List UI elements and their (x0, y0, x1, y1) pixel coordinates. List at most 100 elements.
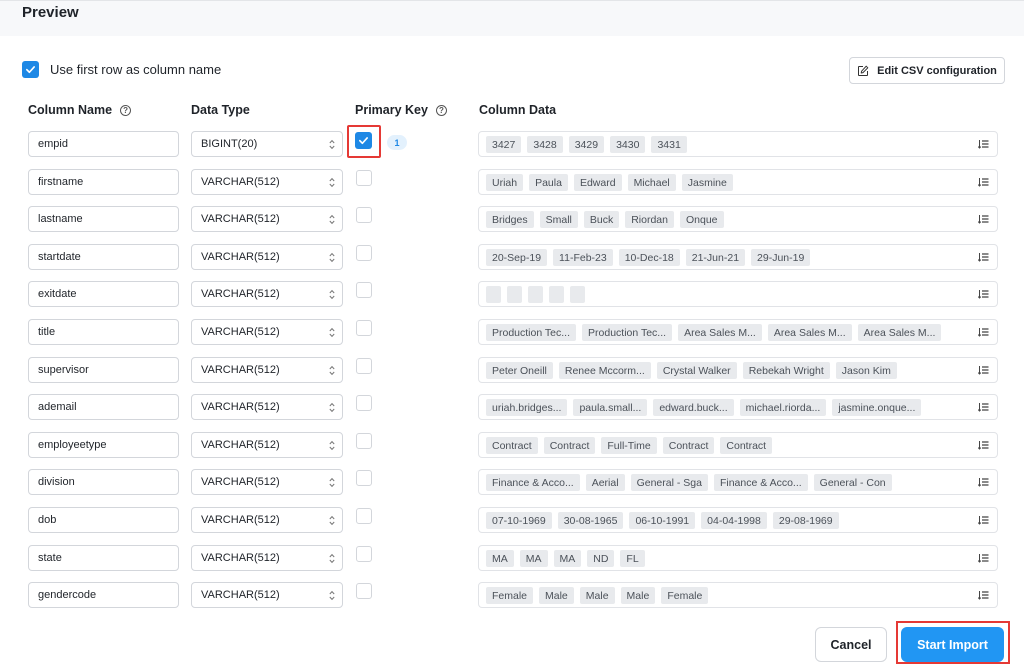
column-name-input[interactable]: division (28, 469, 179, 495)
column-name-input[interactable]: empid (28, 131, 179, 157)
sort-list-icon[interactable] (978, 515, 989, 525)
sort-list-icon[interactable] (978, 252, 989, 262)
data-type-select[interactable]: VARCHAR(512) (191, 169, 343, 195)
data-chip: Crystal Walker (656, 362, 737, 379)
start-import-button[interactable]: Start Import (901, 627, 1004, 662)
data-chip: Michael (627, 174, 676, 191)
column-name-input[interactable]: startdate (28, 244, 179, 270)
primary-key-checkbox[interactable] (356, 546, 372, 562)
data-chip (507, 286, 522, 303)
primary-key-checkbox[interactable] (356, 358, 372, 374)
column-data-preview: MA MA MA ND FL (478, 545, 998, 571)
column-name-input[interactable]: supervisor (28, 357, 179, 383)
data-chip: 06-10-1991 (629, 512, 696, 529)
data-chip: 29-Jun-19 (751, 249, 811, 266)
primary-key-checkbox[interactable] (356, 395, 372, 411)
data-type-select[interactable]: VARCHAR(512) (191, 319, 343, 345)
sort-list-icon[interactable] (978, 214, 989, 224)
checkmark-icon (359, 137, 368, 145)
column-name-input[interactable]: ademail (28, 394, 179, 420)
help-circle-icon[interactable]: ? (120, 104, 132, 116)
data-chip: Bridges (486, 211, 534, 228)
data-chip: Full-Time (601, 437, 657, 454)
data-chip: 20-Sep-19 (486, 249, 548, 266)
column-data-preview: Female Male Male Male Female (478, 582, 998, 608)
data-chip-list: uriah.bridges... paula.small... edward.buc… (486, 399, 922, 416)
primary-key-checkbox[interactable] (356, 170, 372, 186)
data-chip: Female (661, 587, 709, 604)
data-type-select[interactable]: VARCHAR(512) (191, 469, 343, 495)
sort-list-icon[interactable] (978, 139, 989, 149)
data-chip: Jason Kim (835, 362, 897, 379)
column-name-header: Column Name ? (28, 103, 132, 117)
primary-key-checkbox[interactable] (355, 132, 372, 149)
table-row: gendercode VARCHAR(512) Female Male Male Ma… (0, 582, 1024, 608)
up-down-caret-icon (329, 590, 335, 601)
primary-key-order-badge: 1 (387, 135, 407, 150)
data-chip: Renee Mccorm... (558, 362, 651, 379)
data-type-select[interactable]: VARCHAR(512) (191, 507, 343, 533)
up-down-caret-icon (329, 177, 335, 188)
column-name-input[interactable]: employeetype (28, 432, 179, 458)
data-chip: Aerial (585, 474, 625, 491)
data-type-select[interactable]: VARCHAR(512) (191, 394, 343, 420)
data-type-header: Data Type (191, 103, 250, 117)
data-type-select[interactable]: VARCHAR(512) (191, 432, 343, 458)
data-chip: 30-08-1965 (557, 512, 624, 529)
data-chip-list: Contract Contract Full-Time Contract Contrac… (486, 437, 773, 454)
data-type-select[interactable]: VARCHAR(512) (191, 206, 343, 232)
column-name-input[interactable]: exitdate (28, 281, 179, 307)
data-type-select[interactable]: VARCHAR(512) (191, 357, 343, 383)
data-chip: ND (587, 550, 615, 567)
data-chip: Onque (680, 211, 724, 228)
sort-list-icon[interactable] (978, 365, 989, 375)
column-data-preview: Finance & Acco... Aerial General - Sga Fina… (478, 469, 998, 495)
data-chip-list: Peter Oneill Renee Mccorm... Crystal Walke… (486, 362, 897, 379)
column-name-input[interactable]: lastname (28, 206, 179, 232)
data-chip: Paula (529, 174, 568, 191)
primary-key-checkbox[interactable] (356, 470, 372, 486)
column-name-input[interactable]: firstname (28, 169, 179, 195)
first-row-option[interactable]: Use first row as column name (22, 61, 221, 78)
data-chip: FL (620, 550, 645, 567)
primary-key-checkbox[interactable] (356, 583, 372, 599)
sort-list-icon[interactable] (978, 402, 989, 412)
sort-list-icon[interactable] (978, 590, 989, 600)
sort-list-icon[interactable] (978, 327, 989, 337)
help-circle-icon[interactable]: ? (435, 104, 447, 116)
up-down-caret-icon (329, 553, 335, 564)
data-type-header-label: Data Type (191, 103, 250, 117)
table-row: supervisor VARCHAR(512) Peter Oneill Rene… (0, 357, 1024, 383)
up-down-caret-icon (329, 477, 335, 488)
edit-csv-label: Edit CSV configuration (877, 64, 997, 77)
data-type-select[interactable]: VARCHAR(512) (191, 582, 343, 608)
sort-list-icon[interactable] (978, 477, 989, 487)
data-type-select[interactable]: BIGINT(20) (191, 131, 343, 157)
column-name-input[interactable]: dob (28, 507, 179, 533)
column-name-input[interactable]: title (28, 319, 179, 345)
sort-list-icon[interactable] (978, 553, 989, 563)
cancel-button[interactable]: Cancel (815, 627, 887, 662)
table-row: division VARCHAR(512) Finance & Acco... A… (0, 469, 1024, 495)
data-chip: Production Tec... (486, 324, 577, 341)
data-type-select[interactable]: VARCHAR(512) (191, 545, 343, 571)
primary-key-checkbox[interactable] (356, 508, 372, 524)
sort-list-icon[interactable] (978, 440, 989, 450)
data-type-select[interactable]: VARCHAR(512) (191, 281, 343, 307)
data-chip: General - Sga (630, 474, 708, 491)
edit-csv-configuration-button[interactable]: Edit CSV configuration (849, 57, 1005, 84)
primary-key-checkbox[interactable] (356, 282, 372, 298)
primary-key-checkbox[interactable] (356, 433, 372, 449)
sort-list-icon[interactable] (978, 177, 989, 187)
column-name-input[interactable]: gendercode (28, 582, 179, 608)
first-row-checkbox[interactable] (22, 61, 39, 78)
data-type-select[interactable]: VARCHAR(512) (191, 244, 343, 270)
primary-key-checkbox[interactable] (356, 245, 372, 261)
checkmark-icon (26, 66, 35, 74)
data-chip: Riordan (625, 211, 674, 228)
data-chip: Edward (573, 174, 622, 191)
primary-key-checkbox[interactable] (356, 207, 372, 223)
column-name-input[interactable]: state (28, 545, 179, 571)
sort-list-icon[interactable] (978, 289, 989, 299)
primary-key-checkbox[interactable] (356, 320, 372, 336)
